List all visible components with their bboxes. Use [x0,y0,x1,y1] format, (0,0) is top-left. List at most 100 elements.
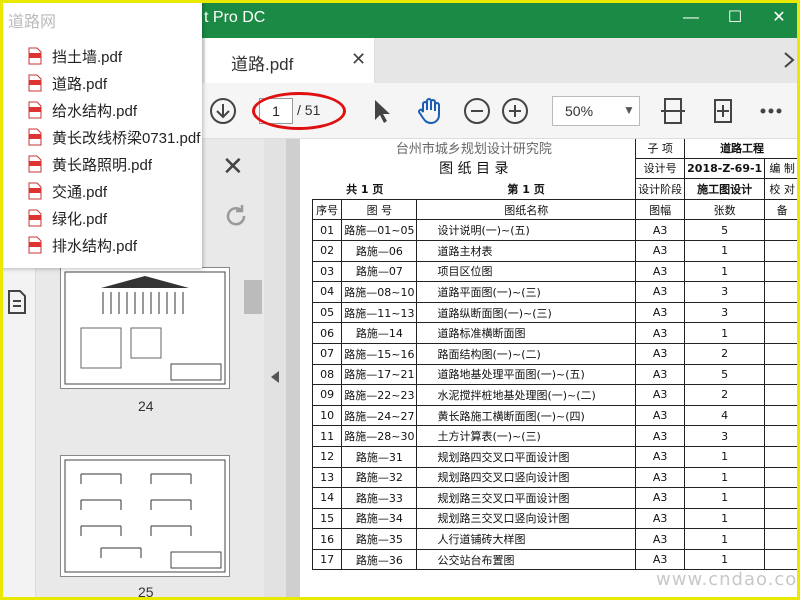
row-count: 3 [684,425,766,447]
recent-files-menu: 道路网 挡土墙.pdf 道路.pdf 给水结构.pdf 黄长改线桥梁0731.pdf 黄… [0,0,202,268]
recent-file-item[interactable]: 道路.pdf [24,71,202,95]
catalog-rows: 01 路施—01~05 设计说明(一)~(五) A3 5 02 路施—06 道路主材表 A3 1 0… [311,219,800,571]
row-remark [764,322,800,344]
project-label: 子 项 [635,139,686,159]
thumbnail-drawing [64,271,226,385]
document-page: 台州市城乡规划设计研究院 子 项 道路工程 图 纸 目 录 设计号 2018-Z… [300,139,800,600]
tab-label: 道路.pdf [231,55,294,74]
fit-page-icon[interactable] [658,96,688,126]
row-index: 09 [311,384,343,406]
rotate-icon[interactable] [222,202,250,230]
pdf-file-icon [28,155,42,173]
row-drawing-name: 道路纵断面图(一)~(三) [416,301,637,324]
row-size: A3 [635,548,686,571]
minimize-button[interactable]: — [676,5,706,31]
row-size: A3 [635,260,686,283]
page-move-icon[interactable] [708,96,738,126]
table-row: 02 路施—06 道路主材表 A3 1 [311,239,800,262]
row-size: A3 [635,425,686,447]
row-remark [764,281,800,303]
table-row: 10 路施—24~27 黄长路施工横断面图(一)~(四) A3 4 [311,404,800,427]
row-index: 08 [311,363,343,386]
row-size: A3 [635,466,686,489]
recent-file-item[interactable]: 黄长路照明.pdf [24,152,202,176]
compile-label: 编 制 [764,157,800,180]
close-pane-icon[interactable]: ✕ [222,151,244,182]
row-remark [764,487,800,509]
recent-file-name: 交通.pdf [52,184,108,201]
pane-splitter[interactable] [264,139,286,600]
row-drawing-no: 路施—06 [341,239,418,262]
row-size: A3 [635,384,686,406]
tab-scroll-right-icon[interactable] [782,50,796,70]
row-drawing-name: 公交站台布置图 [416,548,637,571]
thumbnail-scrollbar[interactable] [244,280,262,314]
document-view[interactable]: 台州市城乡规划设计研究院 子 项 道路工程 图 纸 目 录 设计号 2018-Z… [286,139,800,600]
more-options-icon[interactable] [756,96,786,126]
check-label: 校 对 [764,178,800,200]
recent-file-name: 挡土墙.pdf [52,49,123,66]
zoom-select[interactable]: 50% ▼ [552,96,640,126]
row-index: 07 [311,342,343,365]
row-index: 17 [311,548,343,571]
close-window-button[interactable]: ✕ [764,5,794,31]
page-thumbnails-icon[interactable] [6,289,28,315]
row-count: 5 [684,363,766,386]
maximize-button[interactable]: ☐ [720,5,750,31]
select-cursor-icon[interactable] [366,96,396,126]
recent-file-item[interactable]: 给水结构.pdf [24,98,202,122]
pdf-file-icon [28,128,42,146]
row-drawing-no: 路施—22~23 [341,384,418,406]
design-no-label: 设计号 [635,157,686,180]
row-count: 1 [684,466,766,489]
row-drawing-name: 人行道铺砖大样图 [416,528,637,550]
row-drawing-name: 规划路三交叉口竖向设计图 [416,507,637,530]
row-drawing-no: 路施—36 [341,548,418,571]
pdf-file-icon [28,182,42,200]
recent-file-item[interactable]: 挡土墙.pdf [24,44,202,68]
col-header-index: 序号 [311,198,343,221]
tab-close-icon[interactable]: ✕ [351,49,366,70]
hand-tool-icon[interactable] [414,96,444,126]
project-value: 道路工程 [684,139,800,159]
row-count: 1 [684,507,766,530]
table-row: 05 路施—11~13 道路纵断面图(一)~(三) A3 3 [311,301,800,324]
row-drawing-name: 规划路三交叉口平面设计图 [416,487,637,509]
table-row: 14 路施—33 规划路三交叉口平面设计图 A3 1 [311,487,800,509]
recent-file-name: 排水结构.pdf [52,238,138,255]
chevron-down-icon: ▼ [623,103,635,117]
recent-file-item[interactable]: 排水结构.pdf [24,233,202,257]
row-size: A3 [635,219,686,241]
row-count: 1 [684,322,766,344]
zoom-in-icon[interactable] [500,96,530,126]
recent-file-name: 道路.pdf [52,76,108,93]
menu-watermark: 道路网 [8,14,57,31]
tab-document[interactable]: 道路.pdf ✕ [205,38,375,83]
row-index: 15 [311,507,343,530]
pdf-file-icon [28,101,42,119]
recent-file-item[interactable]: 黄长改线桥梁0731.pdf [24,125,202,149]
row-remark [764,548,800,571]
row-remark [764,404,800,427]
row-index: 05 [311,301,343,324]
next-page-icon[interactable] [208,96,238,126]
row-drawing-no: 路施—24~27 [341,404,418,427]
row-count: 1 [684,528,766,550]
row-count: 5 [684,219,766,241]
recent-file-item[interactable]: 绿化.pdf [24,206,202,230]
pdf-file-icon [28,47,42,65]
row-remark [764,425,800,447]
table-row: 07 路施—15~16 路面结构图(一)~(二) A3 2 [311,342,800,365]
row-drawing-no: 路施—08~10 [341,281,418,303]
stage-label: 设计阶段 [635,178,686,200]
page-thumbnail[interactable] [60,455,230,577]
recent-file-item[interactable]: 交通.pdf [24,179,202,203]
row-index: 10 [311,404,343,427]
highlight-annotation [252,92,346,130]
row-index: 03 [311,260,343,283]
collapse-arrow-icon[interactable] [271,371,279,383]
row-size: A3 [635,342,686,365]
row-remark [764,445,800,468]
zoom-out-icon[interactable] [462,96,492,126]
page-thumbnail[interactable] [60,267,230,389]
